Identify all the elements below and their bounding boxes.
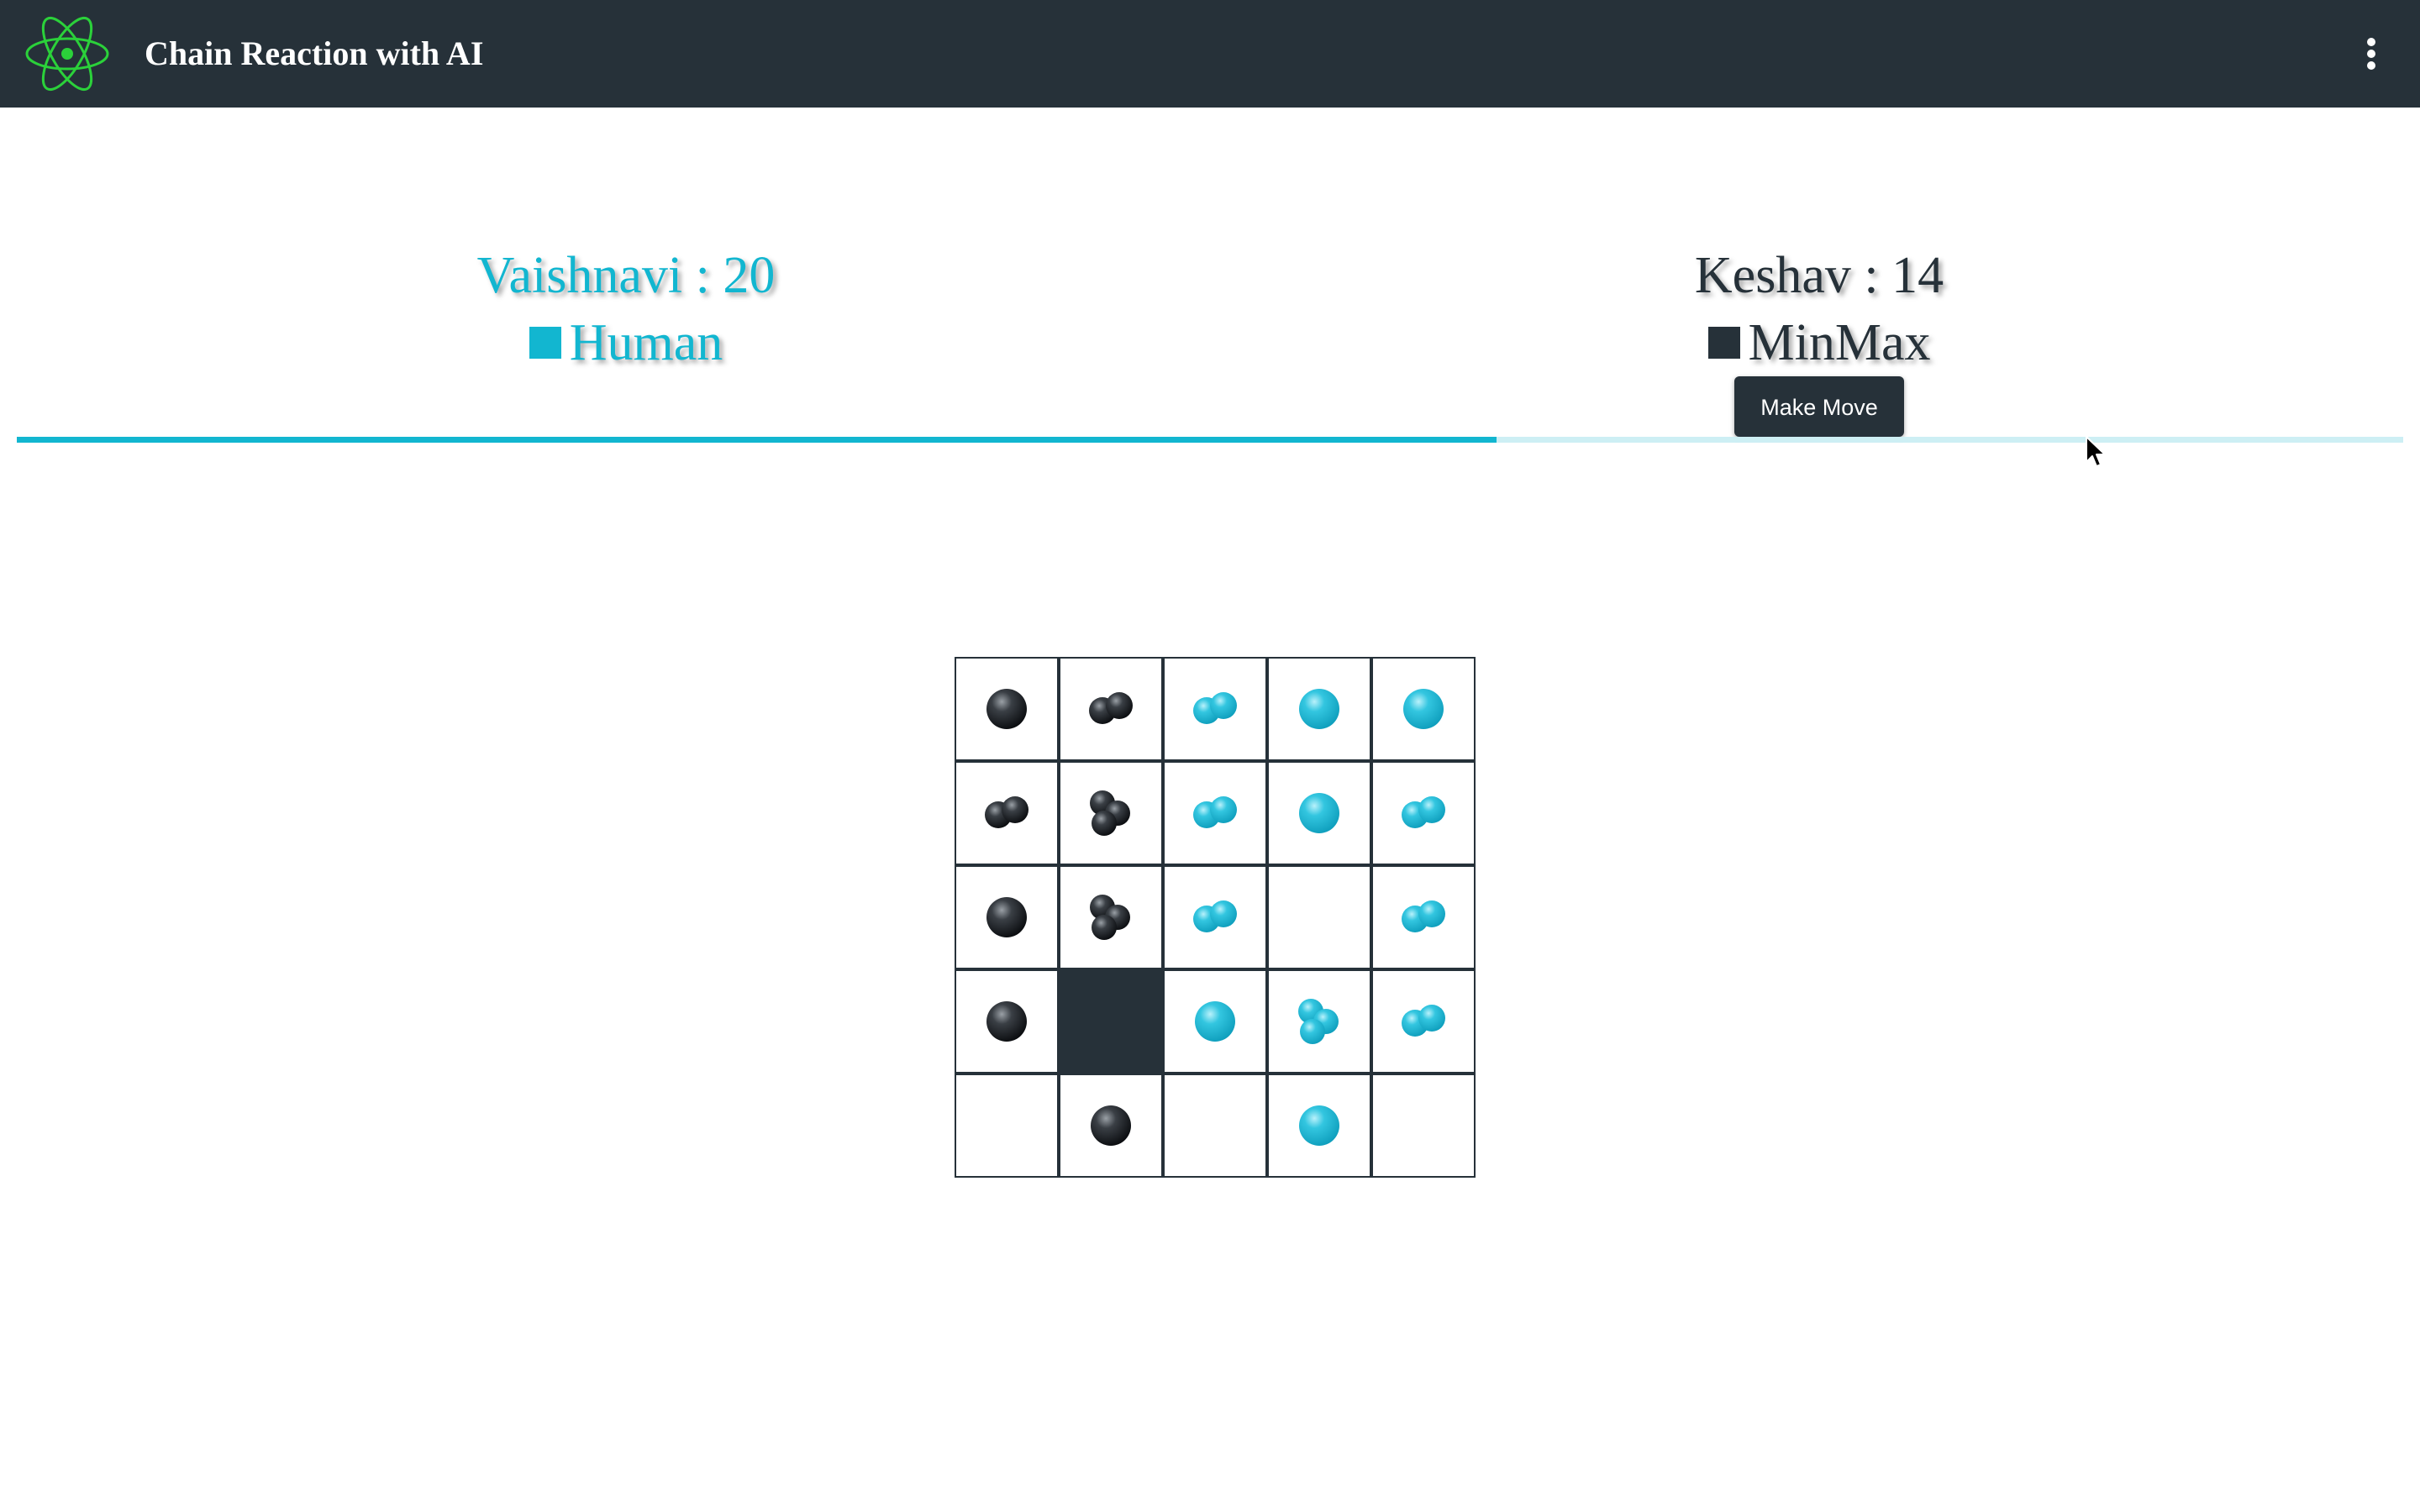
orb bbox=[1092, 915, 1117, 940]
orb-group bbox=[1193, 900, 1237, 932]
orb bbox=[1299, 1105, 1339, 1146]
orb bbox=[1299, 793, 1339, 833]
board-cell[interactable] bbox=[1163, 865, 1267, 969]
mouse-cursor-icon bbox=[2084, 435, 2109, 469]
orb-group bbox=[985, 796, 1028, 828]
orb-group bbox=[1403, 689, 1444, 729]
player-type: Human bbox=[286, 309, 966, 376]
board-cell[interactable] bbox=[1267, 1074, 1371, 1178]
orb-group bbox=[1299, 1105, 1339, 1146]
orb bbox=[1299, 689, 1339, 729]
board-cell[interactable] bbox=[1371, 657, 1476, 761]
player-type-label: MinMax bbox=[1748, 314, 1931, 371]
orb-group bbox=[1090, 790, 1130, 836]
orb bbox=[1210, 900, 1237, 927]
orb bbox=[1210, 692, 1237, 719]
orb bbox=[1418, 1005, 1445, 1032]
board-cell[interactable] bbox=[1059, 657, 1163, 761]
player-type: MinMax bbox=[1479, 309, 2160, 376]
orb bbox=[1092, 811, 1117, 836]
board-cell[interactable] bbox=[1267, 761, 1371, 865]
orb-group bbox=[1298, 999, 1339, 1044]
turn-progress-fill bbox=[17, 437, 1497, 443]
player-color-swatch bbox=[529, 327, 561, 359]
orb bbox=[1210, 796, 1237, 823]
orb-group bbox=[986, 1001, 1027, 1042]
board-cell[interactable] bbox=[1371, 761, 1476, 865]
orb-group bbox=[1299, 793, 1339, 833]
board-cell[interactable] bbox=[1059, 969, 1163, 1074]
board-cell[interactable] bbox=[1267, 969, 1371, 1074]
app-header: Chain Reaction with AI bbox=[0, 0, 2420, 108]
board-cell[interactable] bbox=[955, 761, 1059, 865]
orb-group bbox=[1089, 692, 1133, 724]
orb-group bbox=[1402, 900, 1445, 932]
player-score: Vaishnavi : 20 bbox=[476, 247, 776, 304]
board-cell[interactable] bbox=[955, 969, 1059, 1074]
board-cell[interactable] bbox=[955, 657, 1059, 761]
orb bbox=[1002, 796, 1028, 823]
orb bbox=[1418, 796, 1445, 823]
board-cell[interactable] bbox=[955, 865, 1059, 969]
board-cell[interactable] bbox=[1059, 761, 1163, 865]
board-cell[interactable] bbox=[1163, 761, 1267, 865]
app-title: Chain Reaction with AI bbox=[145, 34, 484, 72]
orb bbox=[1418, 900, 1445, 927]
orb bbox=[1106, 692, 1133, 719]
orb bbox=[1403, 689, 1444, 729]
board-cell[interactable] bbox=[1371, 1074, 1476, 1178]
atom-icon[interactable] bbox=[24, 12, 111, 96]
player-panel-vaishnavi: Vaishnavi : 20 Human bbox=[286, 242, 966, 376]
board-cell[interactable] bbox=[1267, 865, 1371, 969]
orb bbox=[986, 897, 1027, 937]
more-vertical-icon[interactable] bbox=[2346, 29, 2396, 79]
game-board bbox=[955, 657, 1476, 1178]
orb bbox=[1091, 1105, 1131, 1146]
orb-group bbox=[1090, 895, 1130, 940]
board-cell[interactable] bbox=[1059, 865, 1163, 969]
orb-group bbox=[1193, 796, 1237, 828]
orb-group bbox=[1193, 692, 1237, 724]
board-cell[interactable] bbox=[1371, 969, 1476, 1074]
orb bbox=[986, 1001, 1027, 1042]
orb-group bbox=[1402, 1005, 1445, 1037]
board-cell[interactable] bbox=[1163, 969, 1267, 1074]
player-type-label: Human bbox=[569, 314, 723, 371]
board-cell[interactable] bbox=[1267, 657, 1371, 761]
orb bbox=[1195, 1001, 1235, 1042]
board-cell[interactable] bbox=[1371, 865, 1476, 969]
player-score: Keshav : 14 bbox=[1694, 247, 1944, 304]
make-move-button[interactable]: Make Move bbox=[1734, 376, 1904, 437]
turn-progress-bar bbox=[17, 437, 2403, 443]
board-cell[interactable] bbox=[1059, 1074, 1163, 1178]
orb-group bbox=[1299, 689, 1339, 729]
board-cell[interactable] bbox=[1163, 1074, 1267, 1178]
orb bbox=[986, 689, 1027, 729]
player-panel-keshav: Keshav : 14 MinMax bbox=[1479, 242, 2160, 376]
orb-group bbox=[1195, 1001, 1235, 1042]
orb-group bbox=[986, 689, 1027, 729]
orb-group bbox=[986, 897, 1027, 937]
board-cell[interactable] bbox=[1163, 657, 1267, 761]
orb-group bbox=[1402, 796, 1445, 828]
orb-group bbox=[1091, 1105, 1131, 1146]
orb bbox=[1300, 1019, 1325, 1044]
board-cell[interactable] bbox=[955, 1074, 1059, 1178]
player-color-swatch bbox=[1707, 327, 1740, 359]
